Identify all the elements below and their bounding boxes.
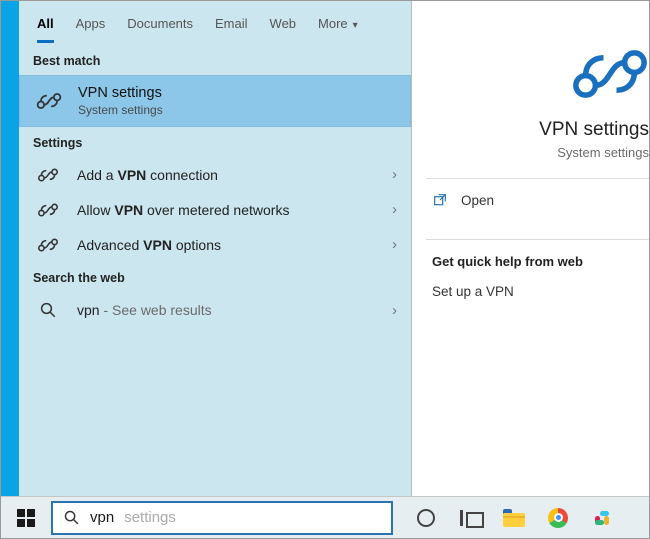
search-query-text: vpn [90,509,114,526]
windows-logo-icon [17,509,35,527]
chrome-button[interactable] [546,506,570,530]
chevron-right-icon: › [392,302,397,319]
open-icon [432,192,448,208]
tab-email[interactable]: Email [215,3,248,43]
quick-help-item[interactable]: Set up a VPN [412,277,649,306]
tab-more[interactable]: More [318,3,358,43]
vpn-icon [33,168,63,182]
task-view-icon [460,510,480,526]
best-match-result[interactable]: VPN settings System settings [19,75,411,127]
taskbar: vpn settings [1,496,649,538]
chevron-right-icon: › [392,236,397,253]
preview-panel: VPN settings System settings Open Get qu… [411,1,649,496]
vpn-icon [33,238,63,252]
vpn-icon [34,86,64,116]
chrome-icon [548,508,568,528]
best-match-subtitle: System settings [78,103,163,117]
settings-item-label: Allow VPN over metered networks [77,202,378,218]
tab-all[interactable]: All [37,3,54,43]
tab-documents[interactable]: Documents [127,3,193,43]
tab-web[interactable]: Web [270,3,297,43]
section-search-web: Search the web [19,262,411,292]
section-best-match: Best match [19,45,411,75]
search-results-panel: All Apps Documents Email Web More Best m… [19,1,411,496]
open-button[interactable]: Open [412,179,649,221]
accent-bar [1,1,19,496]
web-result[interactable]: vpn - See web results › [19,292,411,328]
filter-tabs: All Apps Documents Email Web More [19,1,411,45]
cortana-button[interactable] [414,506,438,530]
slack-button[interactable] [590,506,614,530]
start-button[interactable] [1,497,51,538]
taskbar-search-box[interactable]: vpn settings [51,501,393,535]
preview-subtitle: System settings [412,145,649,160]
web-result-label: vpn - See web results [77,302,378,318]
chevron-right-icon: › [392,201,397,218]
tab-apps[interactable]: Apps [76,3,106,43]
search-icon [33,301,63,319]
settings-item-label: Add a VPN connection [77,167,378,183]
best-match-title: VPN settings [78,85,163,101]
search-icon [63,509,80,526]
settings-item-add-vpn[interactable]: Add a VPN connection › [19,157,411,192]
slack-icon [592,508,612,528]
chevron-right-icon: › [392,166,397,183]
cortana-icon [417,509,435,527]
file-explorer-icon [503,509,525,527]
file-explorer-button[interactable] [502,506,526,530]
settings-item-label: Advanced VPN options [77,237,378,253]
search-autocomplete-text: settings [124,509,176,526]
settings-item-allow-vpn-metered[interactable]: Allow VPN over metered networks › [19,192,411,227]
preview-vpn-icon [412,47,649,101]
settings-item-advanced-vpn[interactable]: Advanced VPN options › [19,227,411,262]
preview-title: VPN settings [412,119,649,141]
task-view-button[interactable] [458,506,482,530]
quick-help-heading: Get quick help from web [412,240,649,277]
open-label: Open [461,193,494,208]
vpn-icon [33,203,63,217]
section-settings: Settings [19,127,411,157]
